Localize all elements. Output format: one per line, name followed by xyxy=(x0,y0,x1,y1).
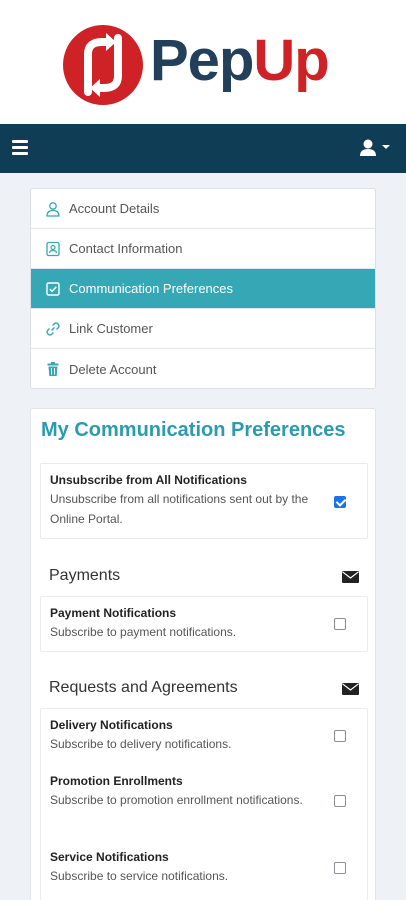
section-label: Requests and Agreements xyxy=(49,679,238,696)
pepup-logo-icon xyxy=(63,25,143,105)
sidebar-item-communication-preferences[interactable]: Communication Preferences xyxy=(31,269,375,309)
brand-name-part2: Up xyxy=(253,28,329,93)
pref-row-delivery: Delivery Notifications Subscribe to deli… xyxy=(41,709,367,762)
pref-description: Subscribe to delivery notifications. xyxy=(50,737,232,751)
list-item: Unsubscribe from All Notifications Unsub… xyxy=(41,464,367,537)
page-title: My Communication Preferences xyxy=(41,419,346,441)
user-menu-button[interactable] xyxy=(358,138,394,158)
pref-title: Unsubscribe from All Notifications xyxy=(50,473,247,487)
brand-name: PepUp xyxy=(150,28,330,94)
sidebar-item-label: Link Customer xyxy=(69,321,153,336)
list-item: Service Notifications Subscribe to servi… xyxy=(41,841,367,897)
payment-notifications-checkbox[interactable] xyxy=(334,618,346,630)
unsubscribe-all-card: Unsubscribe from All Notifications Unsub… xyxy=(40,463,368,539)
sidebar-item-delete-account[interactable]: Delete Account xyxy=(31,349,375,388)
account-side-menu: Account Details Contact Information Comm… xyxy=(30,188,376,389)
pref-row-promotion: Promotion Enrollments Subscribe to promo… xyxy=(41,765,367,818)
sidebar-item-label: Delete Account xyxy=(69,361,157,377)
envelope-icon xyxy=(342,683,359,695)
caret-down-icon xyxy=(382,145,390,149)
sidebar-item-label: Communication Preferences xyxy=(69,281,234,296)
pref-title: Payment Notifications xyxy=(50,606,177,620)
promotion-enrollments-checkbox[interactable] xyxy=(334,795,346,807)
list-item: Delivery Notifications Subscribe to deli… xyxy=(41,709,367,765)
section-label: Payments xyxy=(49,567,121,584)
sidebar-item-contact-information[interactable]: Contact Information xyxy=(31,229,375,269)
pref-title: Delivery Notifications xyxy=(50,718,173,732)
contact-card-icon xyxy=(46,241,60,256)
pref-description: Subscribe to service notifications. xyxy=(50,869,229,883)
list-item: Payment Notifications Subscribe to payme… xyxy=(41,597,367,650)
brand-name-part1: Pep xyxy=(150,28,254,93)
pref-description: Subscribe to payment notifications. xyxy=(50,625,237,639)
section-header-payments: Payments xyxy=(49,567,359,589)
top-navbar xyxy=(0,124,406,173)
section-header-requests-agreements: Requests and Agreements xyxy=(49,679,359,701)
pref-description: Subscribe to promotion enrollment notifi… xyxy=(50,793,303,807)
requests-agreements-card: Delivery Notifications Subscribe to deli… xyxy=(40,708,368,900)
sidebar-item-link-customer[interactable]: Link Customer xyxy=(31,309,375,349)
sidebar-item-label: Contact Information xyxy=(69,241,183,256)
pref-row-service: Service Notifications Subscribe to servi… xyxy=(41,841,367,894)
trash-icon xyxy=(47,362,59,376)
delivery-notifications-checkbox[interactable] xyxy=(334,730,346,742)
unsubscribe-all-checkbox[interactable] xyxy=(334,496,346,508)
pref-description: Unsubscribe from all notifications sent … xyxy=(50,492,309,526)
hamburger-icon[interactable] xyxy=(12,140,28,156)
checkbox-icon xyxy=(46,281,60,296)
payments-card: Payment Notifications Subscribe to payme… xyxy=(40,596,368,652)
logo-header: PepUp xyxy=(0,0,406,124)
sidebar-item-label: Account Details xyxy=(69,201,160,216)
pref-title: Service Notifications xyxy=(50,850,169,864)
user-icon xyxy=(360,139,376,156)
sidebar-item-account-details[interactable]: Account Details xyxy=(31,189,375,229)
user-outline-icon xyxy=(46,201,60,217)
pref-title: Promotion Enrollments xyxy=(50,774,183,788)
envelope-icon xyxy=(342,571,359,583)
communication-preferences-panel: My Communication Preferences Unsubscribe… xyxy=(30,408,376,900)
list-item: Promotion Enrollments Subscribe to promo… xyxy=(41,765,367,841)
link-icon xyxy=(46,321,60,336)
service-notifications-checkbox[interactable] xyxy=(334,862,346,874)
